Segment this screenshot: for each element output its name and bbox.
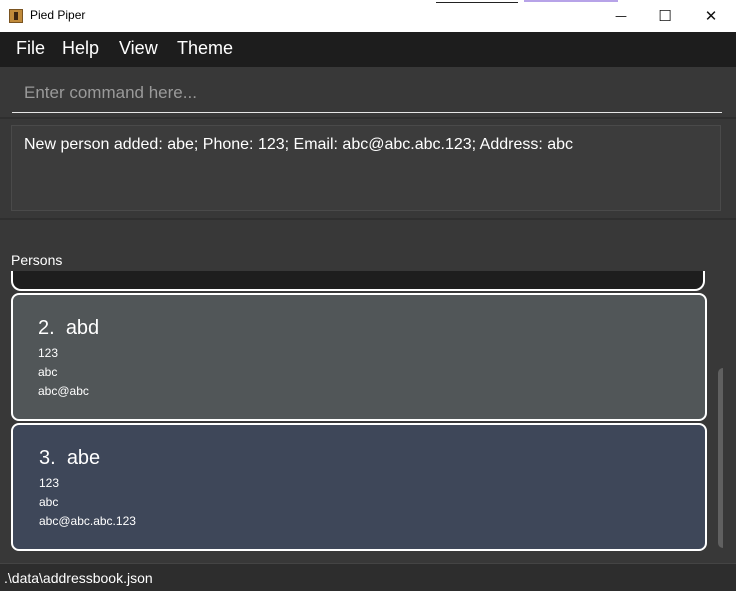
person-address: abc <box>39 495 59 509</box>
command-input[interactable] <box>12 75 722 111</box>
divider <box>0 218 736 220</box>
app-icon <box>9 9 23 23</box>
person-card[interactable]: 2. abd 123 abc abc@abc <box>11 293 707 421</box>
person-name: 3. abe <box>39 447 101 469</box>
person-list[interactable]: 2. abd 123 abc abc@abc 3. abe 123 abc ab… <box>9 271 723 555</box>
window-title: Pied Piper <box>30 8 86 22</box>
maximize-icon: ☐ <box>658 7 672 25</box>
person-phone: 123 <box>39 476 60 490</box>
menu-file[interactable]: File <box>16 38 45 59</box>
menu-theme[interactable]: Theme <box>177 38 233 59</box>
menu-help[interactable]: Help <box>62 38 99 59</box>
close-icon: ✕ <box>704 7 718 25</box>
command-box <box>12 75 722 113</box>
menu-view[interactable]: View <box>119 38 158 59</box>
person-email: abc@abc.abc.123 <box>39 514 136 528</box>
scrollbar-thumb[interactable] <box>718 368 723 548</box>
title-bar: Pied Piper — ☐ ✕ <box>0 0 736 32</box>
minimize-button[interactable]: — <box>598 0 644 32</box>
result-message: New person added: abe; Phone: 123; Email… <box>24 136 574 153</box>
person-card-partial[interactable] <box>11 271 705 291</box>
close-button[interactable]: ✕ <box>688 0 734 32</box>
main-panel: New person added: abe; Phone: 123; Email… <box>0 67 736 563</box>
person-name: 2. abd <box>38 317 100 339</box>
person-phone: 123 <box>38 346 59 360</box>
menu-bar: File Help View Theme <box>0 32 736 67</box>
result-display: New person added: abe; Phone: 123; Email… <box>11 125 721 211</box>
save-location: .\data\addressbook.json <box>4 570 153 586</box>
maximize-button[interactable]: ☐ <box>642 0 688 32</box>
person-address: abc <box>38 365 58 379</box>
person-email: abc@abc <box>38 384 89 398</box>
minimize-icon: — <box>615 9 627 23</box>
status-bar: .\data\addressbook.json <box>0 563 736 591</box>
person-card[interactable]: 3. abe 123 abc abc@abc.abc.123 <box>11 423 707 551</box>
person-list-label: Persons <box>11 252 63 268</box>
divider <box>0 117 736 119</box>
